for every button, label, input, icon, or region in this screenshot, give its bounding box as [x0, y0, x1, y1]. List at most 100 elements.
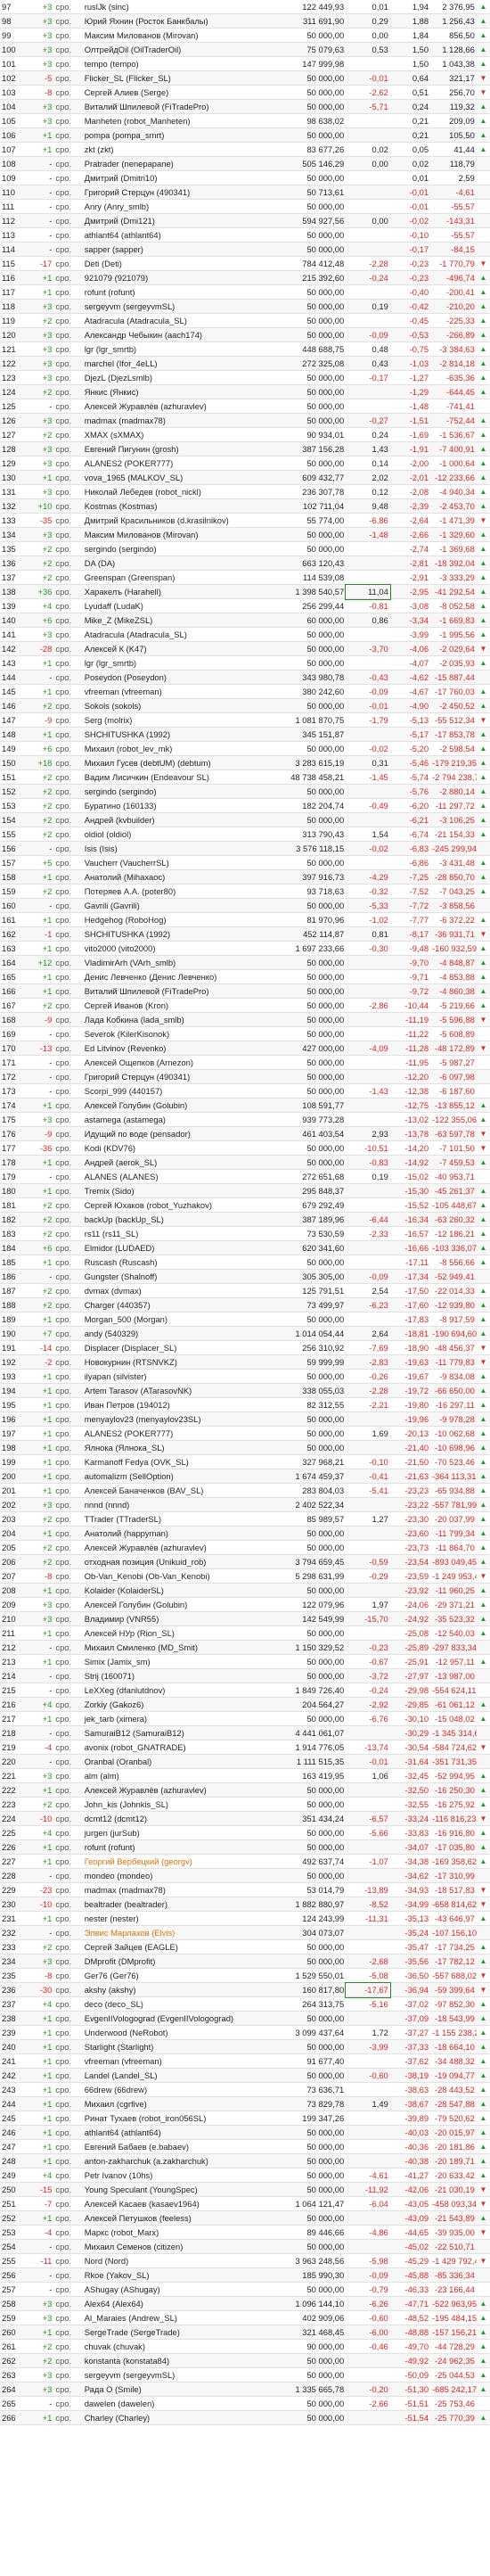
participant-name-link[interactable]: Vaucherr (VaucherrSL) [82, 855, 260, 870]
participant-name-link[interactable]: Hedgehog (RoboHog) [82, 912, 260, 927]
participant-name-link[interactable]: Landel (Landel_SL) [82, 2068, 260, 2083]
participant-name-link[interactable]: Zorkiy (Gakoz6) [82, 1697, 260, 1712]
participant-name-link[interactable]: SergeTrade (SergeTrade) [82, 2325, 260, 2340]
participant-name-link[interactable]: Григорий Стерцун (490341) [82, 185, 260, 200]
participant-name-link[interactable]: Лада Кобкина (lada_smlb) [82, 1012, 260, 1027]
participant-name-link[interactable]: dvmax (dvmax) [82, 1283, 260, 1298]
participant-name-link[interactable]: dawelen (dawelen) [82, 2396, 260, 2411]
participant-name-link[interactable]: Anry (Anry_smlb) [82, 199, 260, 214]
participant-name-link[interactable]: rofunt (rofunt) [82, 1839, 260, 1855]
participant-name-link[interactable]: sergindo (sergindo) [82, 541, 260, 556]
participant-name-link[interactable]: vfreeman (vfreeman) [82, 684, 260, 699]
participant-name-link[interactable]: отходная позиция (Unikuid_rob) [82, 1554, 260, 1569]
participant-name-link[interactable]: Алексей Касаев (kasaev1964) [82, 2196, 260, 2211]
participant-name-link[interactable]: Михаил (robot_lev_mk) [82, 741, 260, 756]
participant-name-link[interactable]: 66drew (66drew) [82, 2082, 260, 2097]
participant-name-link[interactable]: LeXXeg (dfanlutdnov) [82, 1683, 260, 1698]
participant-name-link[interactable]: konstanta (konstata84) [82, 2353, 260, 2368]
participant-name-link[interactable]: Маркс (robot_Marx) [82, 2225, 260, 2240]
participant-name-link[interactable]: AShugay (AShugay) [82, 2282, 260, 2297]
participant-name-link[interactable]: Дмитрий (Dmitri10) [82, 170, 260, 185]
participant-name-link[interactable]: Рада О (Smile) [82, 2382, 260, 2397]
participant-name-link[interactable]: Gavrili (Gavrili) [82, 898, 260, 913]
participant-name-link[interactable]: vfreeman (vfreeman) [82, 2053, 260, 2069]
participant-name-link[interactable]: SHCHITUSHKA (1992) [82, 926, 260, 942]
participant-name-link[interactable]: Алексей Петушков (feeless) [82, 2210, 260, 2226]
participant-name-link[interactable]: Underwood (NeRobot) [82, 2025, 260, 2040]
participant-name-link[interactable]: rs11 (rs11_SL) [82, 1226, 260, 1241]
participant-name-link[interactable]: Михаил Смиленко (MD_Smit) [82, 1640, 260, 1655]
participant-name-link[interactable]: zkt (zkt) [82, 142, 260, 157]
participant-name-link[interactable]: DjezL (DjezLsmlb) [82, 370, 260, 385]
participant-name-link[interactable]: XMAX (sXMAX) [82, 427, 260, 442]
participant-name-link[interactable]: Greenspan (Greenspan) [82, 570, 260, 585]
participant-name-link[interactable]: Алексей Журавлёв (azhuravlev) [82, 1540, 260, 1555]
participant-name-link[interactable]: Сергей Иванов (Kron) [82, 998, 260, 1013]
participant-name-link[interactable]: Oranbal (Oranbal) [82, 1754, 260, 1769]
participant-name-link[interactable]: Алексей Журавлёв (azhuravlev) [82, 399, 260, 414]
participant-name-link[interactable]: astamega (astamega) [82, 1112, 260, 1127]
participant-name-link[interactable]: Atadracula (Atadracula_SL) [82, 627, 260, 642]
participant-name-link[interactable]: Александр Чебыкин (aach174) [82, 327, 260, 342]
participant-name-link[interactable]: Виталий Шпилевой (FiTradePro) [82, 99, 260, 114]
participant-name-link[interactable]: Дмитрий Красильников (d.krasilnikov) [82, 513, 260, 528]
participant-name-link[interactable]: Starlight (Starlight) [82, 2039, 260, 2054]
participant-name-link[interactable]: Андрей (aerok_SL) [82, 1155, 260, 1170]
participant-name-link[interactable]: nester (nester) [82, 1911, 260, 1926]
participant-name-link[interactable]: pompa (pompa_smrt) [82, 128, 260, 143]
participant-name-link[interactable]: Анатолий (Mihaxaoc) [82, 869, 260, 885]
participant-name-link[interactable]: Charley (Charley) [82, 2410, 260, 2425]
participant-name-link[interactable]: Алексей Голубин (Golubin) [82, 1098, 260, 1113]
participant-name-link[interactable]: athlant64 (athlant64) [82, 227, 260, 243]
participant-name-link[interactable]: chuvak (chuvak) [82, 2339, 260, 2354]
participant-name-link[interactable]: Poseydon (Poseydon) [82, 670, 260, 685]
participant-name-link[interactable]: Sokols (sokols) [82, 698, 260, 713]
participant-name-link[interactable]: Alex64 (Alex64) [82, 2296, 260, 2311]
participant-name-link[interactable]: marchel (Ifor_4eLL) [82, 356, 260, 371]
participant-name-link[interactable]: Rkoe (Yakov_SL) [82, 2267, 260, 2283]
participant-name-link[interactable]: Юрий Яхнин (Росток Банкбалы) [82, 13, 260, 29]
participant-name-link[interactable]: Евгений Пигунин (grosh) [82, 441, 260, 457]
participant-name-link[interactable]: Андрей (kvbuilder) [82, 812, 260, 827]
participant-name-link[interactable]: oldiol (oldiol) [82, 827, 260, 842]
participant-name-link[interactable]: Kodi (KDV76) [82, 1140, 260, 1156]
participant-name-link[interactable]: TTrader (TTraderSL) [82, 1511, 260, 1527]
participant-name-link[interactable]: Manheten (robot_Manheten) [82, 113, 260, 128]
participant-name-link[interactable]: Алексей Голубин (Golubin) [82, 1597, 260, 1612]
participant-name-link[interactable]: bealtrader (bealtrader) [82, 1897, 260, 1912]
participant-name-link[interactable]: mondeo (mondeo) [82, 1868, 260, 1883]
participant-name-link[interactable]: Михаил Гусев (debtUM) (debtum) [82, 755, 260, 770]
participant-name-link[interactable]: Simix (Jamix_sm) [82, 1654, 260, 1669]
participant-name-link[interactable]: Максим Милованов (Mirovan) [82, 527, 260, 542]
participant-name-link[interactable]: Mike_Z (MikeZSL) [82, 613, 260, 628]
participant-name-link[interactable]: Flicker_SL (Flicker_SL) [82, 70, 260, 86]
participant-name-link[interactable]: Алексей К (K47) [82, 641, 260, 656]
participant-name-link[interactable]: sergindo (sergindo) [82, 784, 260, 799]
participant-name-link[interactable]: Elmidor (LUDAED) [82, 1240, 260, 1255]
participant-name-link[interactable]: ilyapan (silvister) [82, 1369, 260, 1384]
participant-name-link[interactable]: Displacer (Displacer_SL) [82, 1340, 260, 1355]
participant-name-link[interactable]: Михаил Семенов (citizen) [82, 2239, 260, 2254]
participant-name-link[interactable]: Tremix (Sido) [82, 1183, 260, 1198]
participant-name-link[interactable]: Deti (Deti) [82, 256, 260, 271]
participant-name-link[interactable]: Сергей Зайцев (EAGLE) [82, 1939, 260, 1955]
participant-name-link[interactable]: ОлтрейдОil (OilTraderOil) [82, 42, 260, 57]
participant-name-link[interactable]: Isis (Isis) [82, 841, 260, 856]
participant-name-link[interactable]: avonix (robot_GNATRADE) [82, 1740, 260, 1755]
participant-name-link[interactable]: nnnd (nnnd) [82, 1497, 260, 1512]
participant-name-link[interactable]: ALANES2 (POKER777) [82, 456, 260, 471]
participant-name-link[interactable]: 921079 (921079) [82, 270, 260, 285]
participant-name-link[interactable]: Pratrader (nenepapane) [82, 156, 260, 171]
participant-name-link[interactable]: athlant64 (athlant64) [82, 2125, 260, 2140]
participant-name-link[interactable]: tempo (tempo) [82, 56, 260, 71]
participant-name-link[interactable]: SamuraiB12 (SamuraiB12) [82, 1725, 260, 1741]
participant-name-link[interactable]: Ger76 (Ger76) [82, 1968, 260, 1983]
participant-name-link[interactable]: automalizm (SellOption) [82, 1469, 260, 1484]
participant-name-link[interactable]: Буратино (160133) [82, 798, 260, 813]
participant-name-link[interactable]: menyaylov23 (menyaylov23SL) [82, 1411, 260, 1427]
participant-name-link[interactable]: Григорий Стерцун (490341) [82, 1069, 260, 1084]
participant-name-link[interactable]: Karmanoff Fedya (OVK_SL) [82, 1454, 260, 1469]
participant-name-link[interactable]: lgr (lgr_smrtb) [82, 342, 260, 357]
participant-name-link[interactable]: Artem Tarasov (ATarasovNK) [82, 1383, 260, 1398]
participant-name-link[interactable]: vito2000 (vito2000) [82, 941, 260, 956]
